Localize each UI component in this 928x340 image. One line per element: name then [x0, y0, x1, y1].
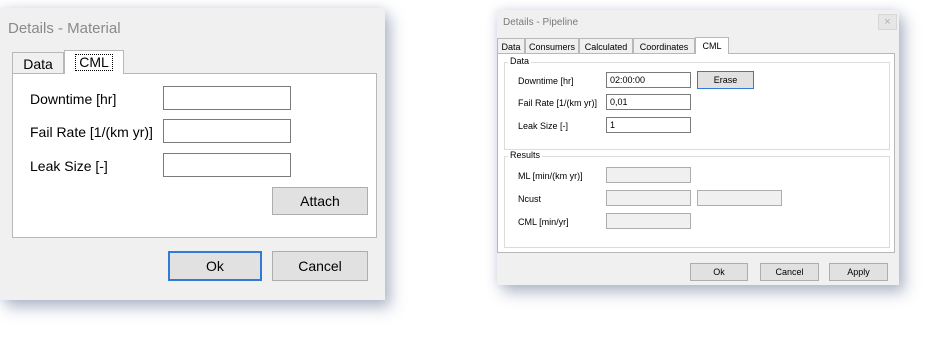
downtime-input[interactable] — [163, 86, 291, 110]
erase-button[interactable]: Erase — [697, 71, 754, 89]
results-group-title: Results — [508, 150, 543, 160]
tab-coordinates-label: Coordinates — [639, 41, 689, 52]
ok-button[interactable]: Ok — [168, 251, 262, 281]
fail-rate-input[interactable] — [163, 119, 291, 143]
cancel-button[interactable]: Cancel — [272, 251, 368, 281]
fail-rate-input[interactable]: 0,01 — [606, 94, 691, 110]
tab-data-label: Data — [501, 41, 521, 52]
downtime-input[interactable]: 02:00:00 — [606, 72, 691, 88]
material-tab-page: Downtime [hr] Fail Rate [1/(km yr)] Leak… — [12, 73, 377, 238]
tab-cml-label: CML — [702, 41, 722, 51]
material-dialog: Details - Material Data CML Downtime [hr… — [0, 8, 385, 300]
pipeline-tab-page: Data Downtime [hr] 02:00:00 Erase Fail R… — [497, 53, 895, 253]
tab-consumers-label: Consumers — [528, 41, 575, 52]
apply-button[interactable]: Apply — [829, 263, 888, 281]
cml-label: CML [min/yr] — [518, 217, 569, 227]
ml-label: ML [min/(km yr)] — [518, 171, 583, 181]
tab-data[interactable]: Data — [12, 52, 64, 74]
leak-size-label: Leak Size [-] — [30, 158, 108, 174]
data-group-title: Data — [508, 56, 532, 66]
tab-data[interactable]: Data — [497, 38, 525, 54]
pipeline-tabstrip: Data Consumers Calculated Coordinates CM… — [497, 37, 729, 54]
tab-data-label: Data — [23, 55, 53, 72]
downtime-label: Downtime [hr] — [30, 91, 117, 107]
tab-cml[interactable]: CML — [695, 37, 729, 54]
attach-button[interactable]: Attach — [272, 187, 368, 215]
ncust-label: Ncust — [518, 194, 542, 204]
leak-size-input[interactable]: 1 — [606, 117, 691, 133]
pipeline-dialog: Details - Pipeline × Data Consumers Calc… — [497, 10, 899, 285]
cancel-button[interactable]: Cancel — [760, 263, 819, 281]
ok-button[interactable]: Ok — [690, 263, 748, 281]
tab-consumers[interactable]: Consumers — [525, 38, 579, 54]
ncust-output-2 — [697, 190, 782, 206]
material-dialog-title: Details - Material — [8, 20, 121, 37]
material-tabstrip: Data CML — [12, 50, 124, 74]
pipeline-dialog-title: Details - Pipeline — [503, 17, 579, 28]
downtime-label: Downtime [hr] — [518, 76, 574, 86]
tab-coordinates[interactable]: Coordinates — [633, 38, 695, 54]
tab-calculated-label: Calculated — [584, 41, 628, 52]
leak-size-input[interactable] — [163, 153, 291, 177]
cml-output — [606, 213, 691, 229]
ncust-output — [606, 190, 691, 206]
tab-cml-label: CML — [75, 54, 113, 71]
close-icon[interactable]: × — [878, 14, 897, 30]
tab-cml[interactable]: CML — [64, 50, 124, 74]
leak-size-label: Leak Size [-] — [518, 121, 569, 131]
ml-output — [606, 167, 691, 183]
fail-rate-label: Fail Rate [1/(km yr)] — [518, 98, 598, 108]
fail-rate-label: Fail Rate [1/(km yr)] — [30, 124, 153, 140]
tab-calculated[interactable]: Calculated — [579, 38, 633, 54]
